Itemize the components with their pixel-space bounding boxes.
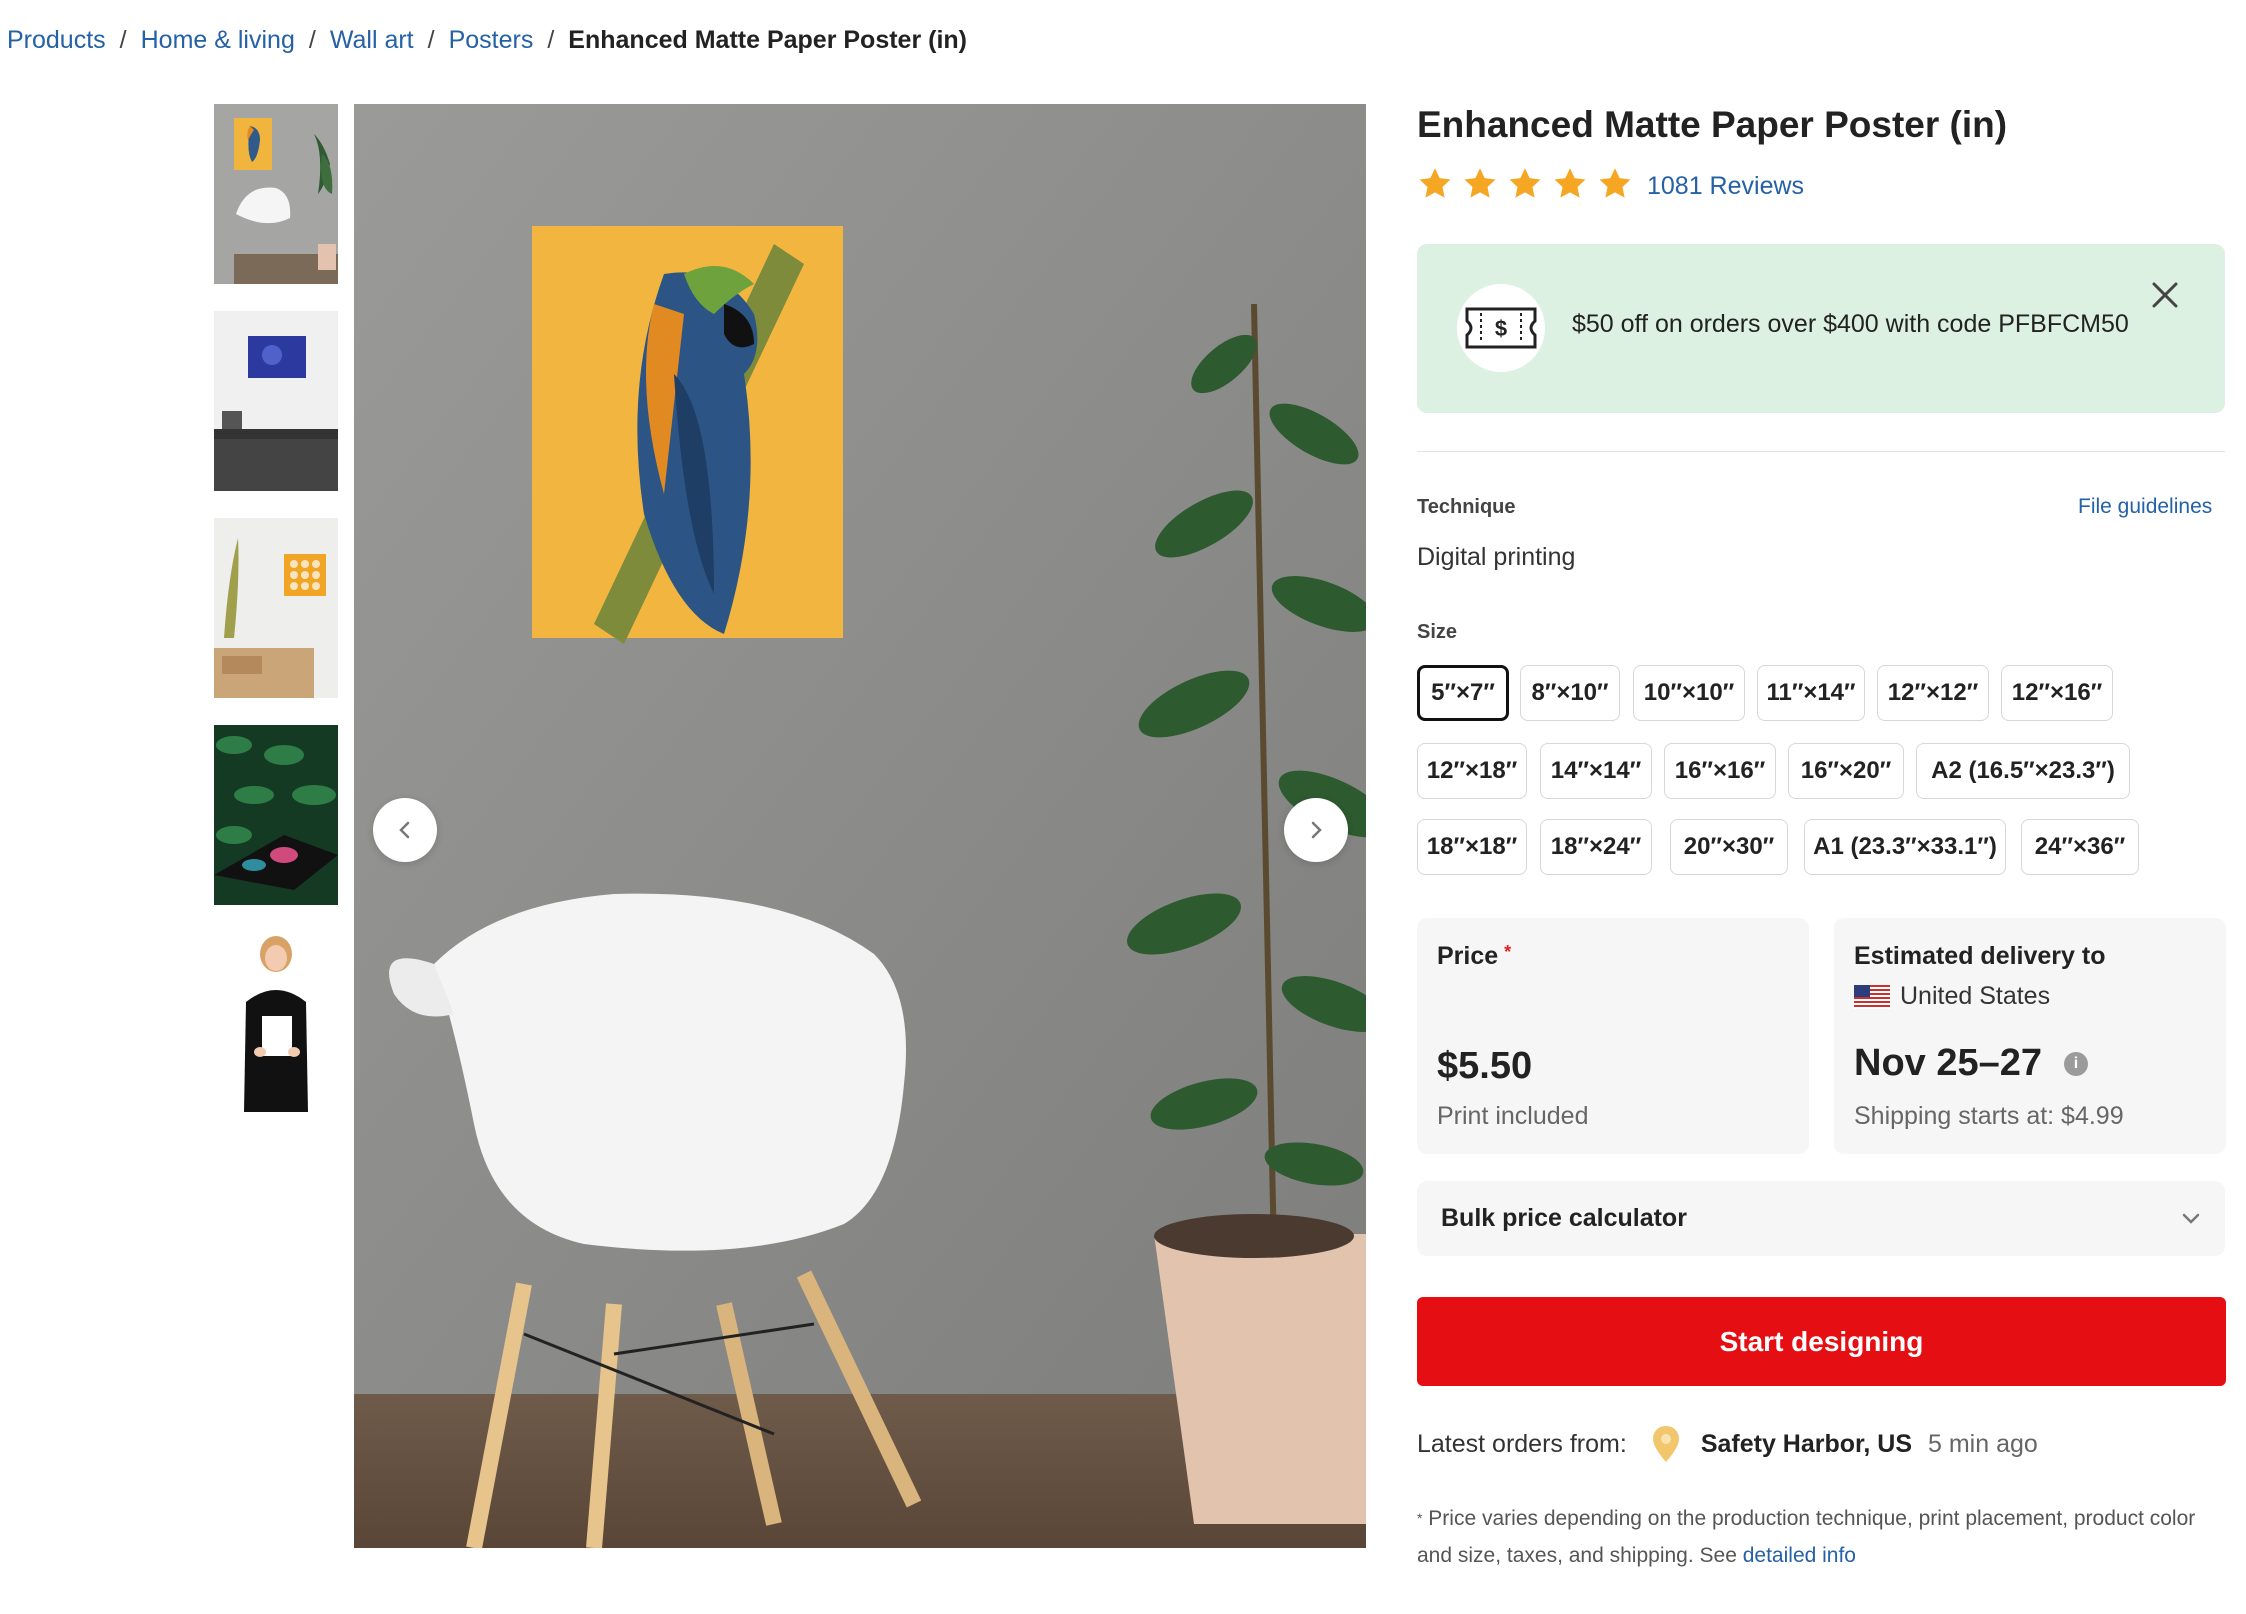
breadcrumb-separator: / — [427, 26, 435, 54]
breadcrumb-separator: / — [119, 26, 127, 54]
breadcrumb: Products / Home & living / Wall art / Po… — [7, 26, 967, 55]
required-mark: * — [1504, 942, 1512, 962]
promo-text: $50 off on orders over $400 with code PF… — [1572, 310, 2129, 338]
chevron-left-icon — [399, 821, 410, 839]
price-label: Price * — [1437, 942, 1512, 970]
size-option[interactable]: 14″×14″ — [1540, 743, 1652, 799]
reviews-link[interactable]: 1081 Reviews — [1647, 172, 1804, 201]
size-option[interactable]: 12″×12″ — [1877, 665, 1989, 721]
price-note: Print included — [1437, 1102, 1589, 1130]
thumb-parrot-room[interactable] — [214, 104, 338, 284]
star-icon — [1464, 168, 1496, 198]
coupon-icon: $ — [1457, 284, 1545, 372]
price-value: $5.50 — [1437, 1045, 1533, 1087]
file-guidelines-link[interactable]: File guidelines — [2078, 495, 2212, 519]
latest-orders: Latest orders from: Safety Harbor, US 5 … — [1417, 1424, 2038, 1464]
start-designing-button[interactable]: Start designing — [1417, 1297, 2226, 1386]
size-option[interactable]: 11″×14″ — [1757, 665, 1865, 721]
delivery-country[interactable]: United States — [1854, 982, 2050, 1011]
breadcrumb-current: Enhanced Matte Paper Poster (in) — [568, 26, 967, 54]
size-option[interactable]: 12″×16″ — [2001, 665, 2113, 721]
size-option[interactable]: A2 (16.5″×23.3″) — [1916, 743, 2130, 799]
us-flag-icon — [1854, 984, 1890, 1009]
breadcrumb-posters[interactable]: Posters — [449, 26, 534, 55]
size-option[interactable]: 8″×10″ — [1520, 665, 1620, 721]
chevron-down-icon — [2182, 1213, 2200, 1224]
star-icon — [1419, 168, 1451, 198]
svg-text:$: $ — [1495, 316, 1507, 341]
thumb-woman-holding-poster[interactable] — [214, 932, 338, 1112]
promo-banner: $ $50 off on orders over $400 with code … — [1417, 244, 2225, 413]
delivery-label: Estimated delivery to — [1854, 942, 2106, 970]
star-icon — [1554, 168, 1586, 198]
size-label: Size — [1417, 621, 1458, 643]
size-option[interactable]: 10″×10″ — [1633, 665, 1745, 721]
size-option[interactable]: 24″×36″ — [2021, 819, 2139, 875]
chevron-right-icon — [1311, 821, 1322, 839]
size-option[interactable]: 5″×7″ — [1417, 665, 1509, 721]
star-icon — [1509, 168, 1541, 198]
rating-stars — [1417, 166, 1633, 202]
orders-time: 5 min ago — [1928, 1429, 2038, 1458]
detailed-info-link[interactable]: detailed info — [1743, 1544, 1856, 1567]
orders-location: Safety Harbor, US — [1700, 1429, 1912, 1458]
orders-label: Latest orders from: — [1417, 1429, 1627, 1458]
info-icon[interactable]: i — [2064, 1051, 2089, 1076]
size-option[interactable]: 18″×18″ — [1417, 819, 1527, 875]
close-icon[interactable] — [2150, 280, 2180, 310]
delivery-dates: Nov 25–27 i — [1854, 1042, 2089, 1085]
size-option[interactable]: 16″×20″ — [1788, 743, 1904, 799]
thumb-leaf-pattern[interactable] — [214, 725, 338, 905]
size-option[interactable]: 16″×16″ — [1664, 743, 1776, 799]
breadcrumb-products[interactable]: Products — [7, 26, 106, 55]
size-option[interactable]: A1 (23.3″×33.1″) — [1804, 819, 2006, 875]
technique-label: Technique — [1417, 496, 1516, 518]
prev-image-button[interactable] — [373, 798, 437, 862]
size-option[interactable]: 18″×24″ — [1540, 819, 1652, 875]
bulk-price-calculator[interactable]: Bulk price calculator — [1417, 1181, 2225, 1256]
divider — [1417, 451, 2225, 452]
main-product-image — [354, 104, 1366, 1548]
breadcrumb-separator: / — [308, 26, 316, 54]
size-option[interactable]: 12″×18″ — [1417, 743, 1527, 799]
bulk-price-label: Bulk price calculator — [1441, 1204, 1687, 1232]
technique-value: Digital printing — [1417, 543, 1576, 571]
breadcrumb-wall-art[interactable]: Wall art — [330, 26, 414, 55]
thumb-shelf-room[interactable] — [214, 518, 338, 698]
product-title: Enhanced Matte Paper Poster (in) — [1417, 104, 2008, 145]
next-image-button[interactable] — [1284, 798, 1348, 862]
price-disclaimer: * Price varies depending on the producti… — [1417, 1507, 2196, 1567]
shipping-cost: Shipping starts at: $4.99 — [1854, 1102, 2124, 1130]
breadcrumb-separator: / — [547, 26, 555, 54]
size-option[interactable]: 20″×30″ — [1670, 819, 1788, 875]
thumb-office-desk[interactable] — [214, 311, 338, 491]
star-icon — [1599, 168, 1631, 198]
location-pin-icon — [1652, 1426, 1679, 1462]
price-card: Price * $5.50 Print included — [1417, 918, 1809, 1154]
breadcrumb-home-living[interactable]: Home & living — [141, 26, 295, 55]
delivery-card: Estimated delivery to United States Nov … — [1834, 918, 2226, 1154]
